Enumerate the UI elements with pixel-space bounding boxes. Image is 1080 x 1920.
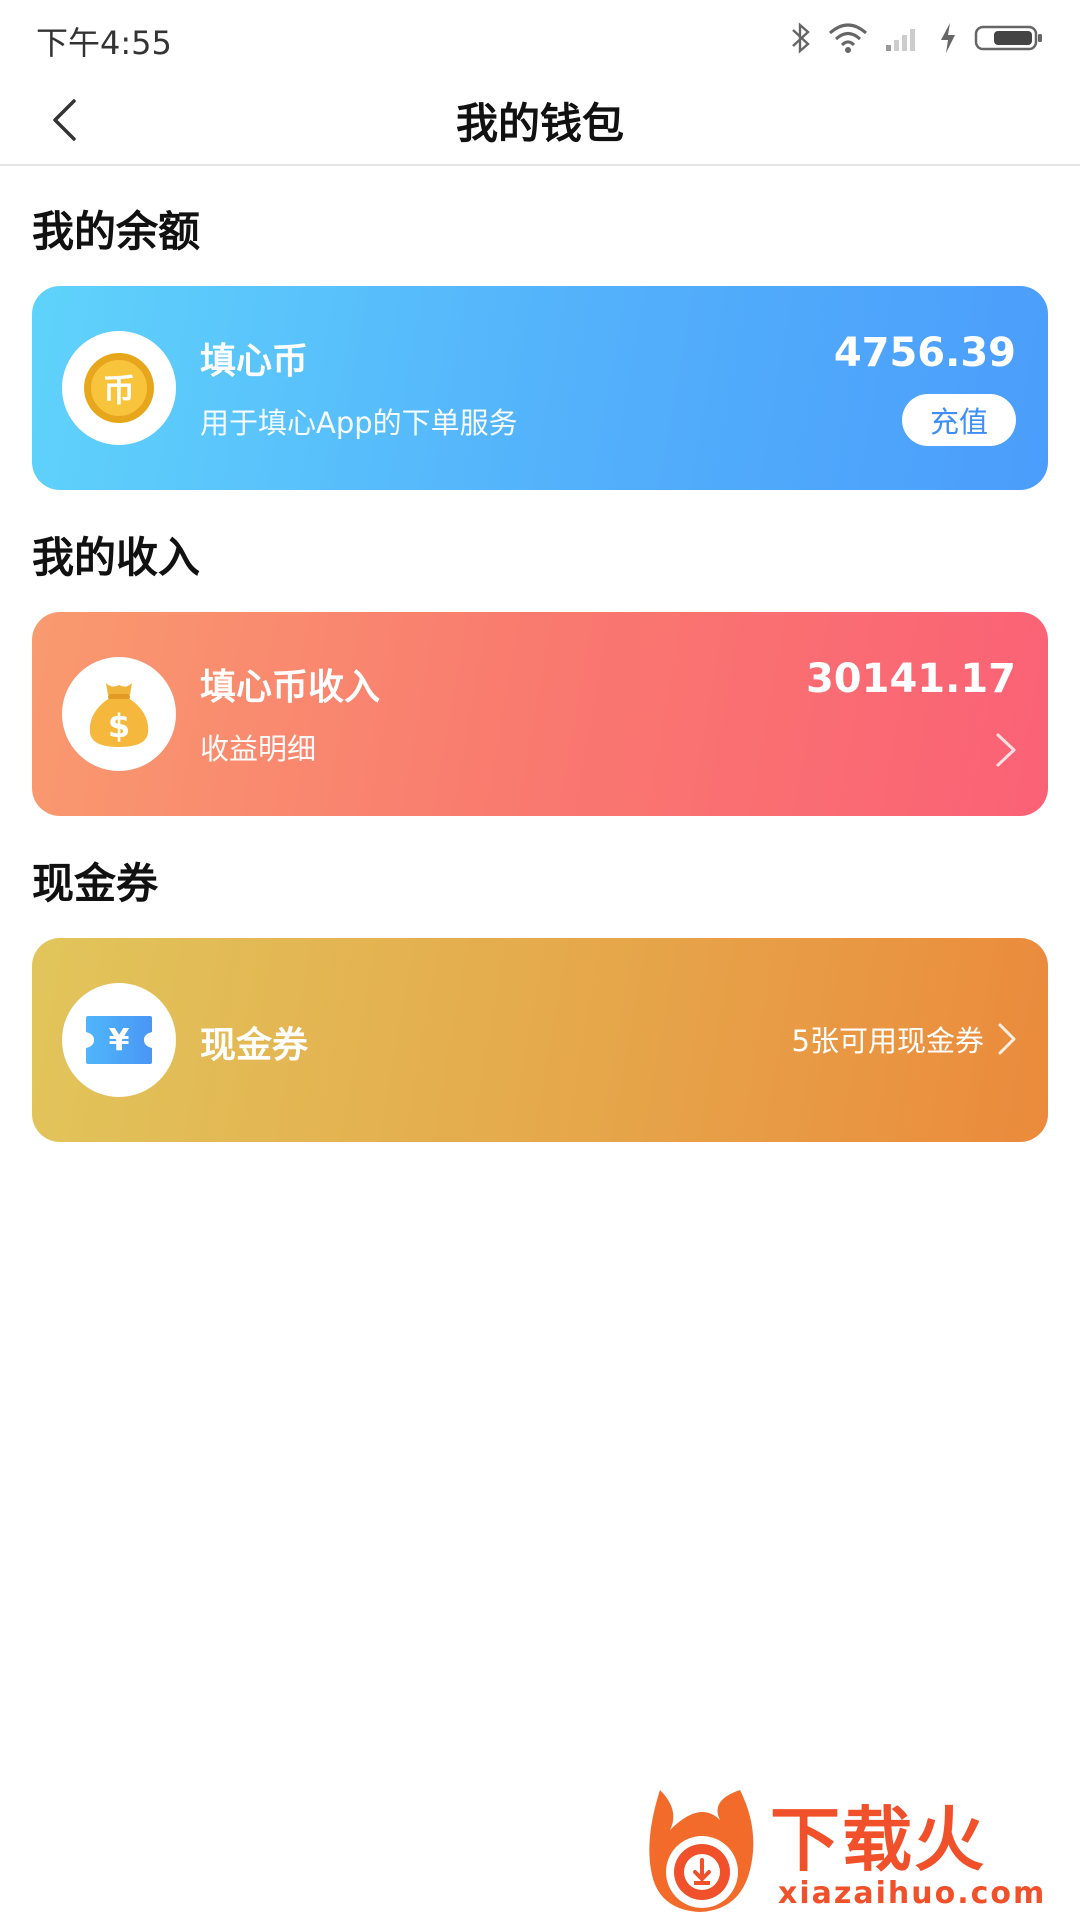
coupon-count: 5张可用现金券: [791, 1024, 984, 1058]
coin-glyph: 币: [102, 371, 135, 409]
ticket-icon-wrapper: ¥: [62, 983, 176, 1097]
income-card-name: 填心币收入: [200, 667, 381, 708]
bluetooth-icon: [792, 22, 810, 54]
coin-icon-wrapper: 币: [62, 331, 176, 445]
balance-amount: 4756.39: [833, 330, 1016, 376]
watermark: 下载火 xiazaihuo.com: [640, 1780, 1080, 1920]
balance-card[interactable]: 币 填心币 用于填心App的下单服务 4756.39 充值: [32, 286, 1048, 490]
money-bag-icon: $: [89, 683, 149, 747]
nav-bar: 我的钱包: [0, 76, 1080, 166]
chevron-right-icon[interactable]: [994, 732, 1018, 768]
status-icons: [790, 20, 1044, 56]
ticket-glyph: ¥: [108, 1022, 130, 1058]
balance-card-description: 用于填心App的下单服务: [200, 406, 518, 440]
watermark-url: xiazaihuo.com: [778, 1876, 1047, 1911]
coupon-section-title: 现金券: [32, 859, 159, 908]
chevron-right-icon: [998, 1023, 1016, 1055]
balance-section-title: 我的余额: [32, 207, 201, 256]
recharge-button[interactable]: 充值: [902, 394, 1016, 446]
coupon-card[interactable]: ¥ 现金券 5张可用现金券: [32, 938, 1048, 1142]
battery-icon: [974, 25, 1042, 51]
wifi-icon: [829, 23, 867, 53]
balance-card-name: 填心币: [200, 341, 309, 382]
svg-text:$: $: [108, 707, 130, 745]
income-section-title: 我的收入: [32, 533, 201, 582]
income-details-link[interactable]: 收益明细: [200, 726, 316, 768]
coupon-count-link[interactable]: 5张可用现金券: [792, 1018, 1018, 1060]
signal-icon: [886, 29, 915, 51]
income-card[interactable]: $ 填心币收入 收益明细 30141.17: [32, 612, 1048, 816]
money-bag-icon-wrapper: $: [62, 657, 176, 771]
flame-logo-icon: [649, 1790, 754, 1912]
income-amount: 30141.17: [805, 656, 1016, 702]
status-bar: 下午4:55: [0, 0, 1080, 76]
watermark-text: 下载火: [770, 1799, 986, 1881]
page-title: 我的钱包: [455, 99, 624, 148]
status-time: 下午4:55: [36, 24, 172, 62]
charging-icon: [941, 23, 955, 53]
coupon-card-name: 现金券: [200, 1025, 309, 1066]
